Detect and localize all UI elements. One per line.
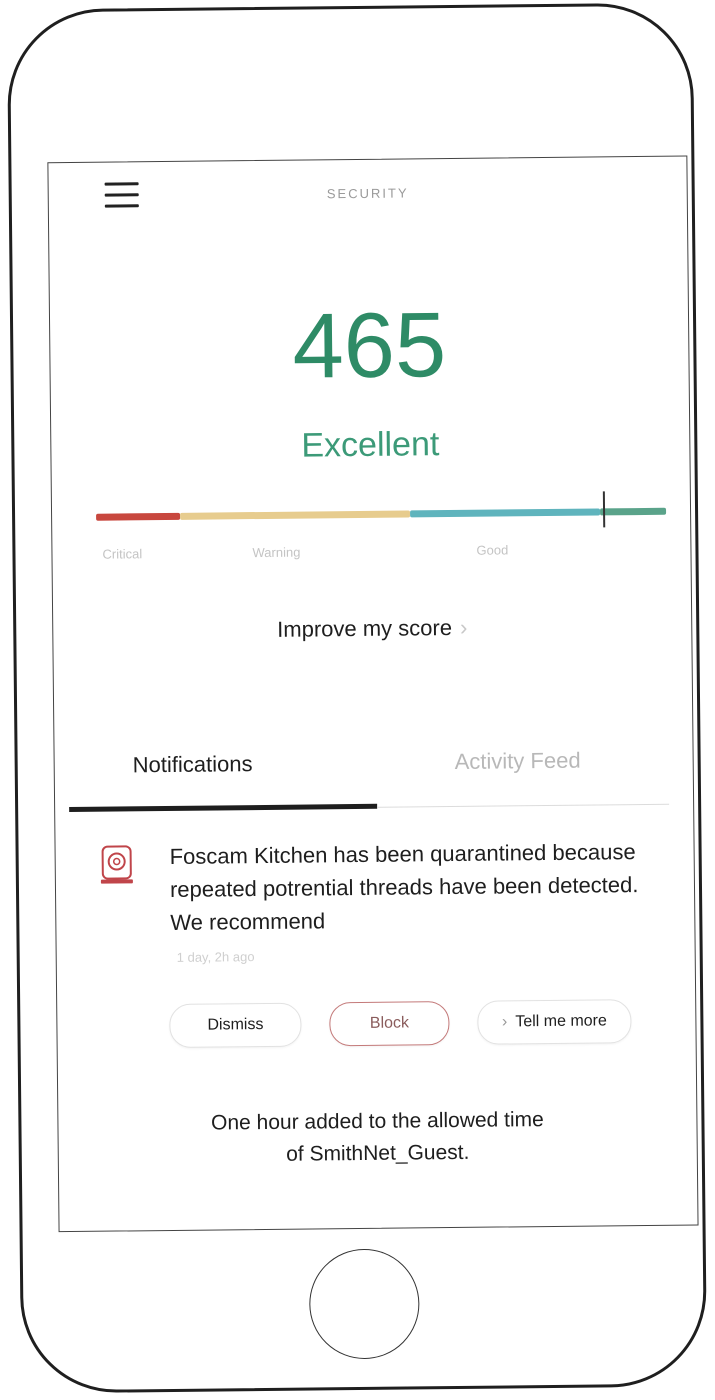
tell-me-more-button[interactable]: › Tell me more bbox=[477, 999, 632, 1045]
score-meter bbox=[96, 491, 667, 528]
active-tab-indicator bbox=[69, 803, 378, 813]
meter-labels: Critical Warning Good bbox=[96, 541, 666, 567]
meter-label-warning: Warning bbox=[252, 544, 301, 561]
screen-title: SECURITY bbox=[326, 185, 409, 202]
home-button[interactable] bbox=[308, 1248, 420, 1360]
notification-allowed-time: One hour added to the allowed time of Sm… bbox=[58, 1102, 697, 1173]
notification-line-2: of SmithNet_Guest. bbox=[286, 1140, 470, 1166]
dismiss-button[interactable]: Dismiss bbox=[169, 1002, 302, 1048]
score-rating: Excellent bbox=[301, 425, 440, 465]
app-screen: SECURITY 465 Excellent Critical Warning … bbox=[47, 155, 699, 1233]
score-marker bbox=[603, 491, 606, 528]
meter-segment-warning bbox=[180, 510, 411, 520]
meter-segment-critical bbox=[96, 512, 181, 521]
notification-timestamp: 1 day, 2h ago bbox=[176, 949, 255, 965]
meter-label-good: Good bbox=[476, 542, 509, 558]
tell-me-more-label: Tell me more bbox=[515, 1012, 607, 1031]
chevron-right-icon: › bbox=[501, 1013, 508, 1031]
meter-segment-excellent bbox=[600, 507, 667, 516]
chevron-right-icon: › bbox=[459, 614, 468, 640]
phone-frame: SECURITY 465 Excellent Critical Warning … bbox=[6, 2, 708, 1394]
meter-segment-good bbox=[410, 508, 601, 518]
meter-label-critical: Critical bbox=[102, 546, 143, 562]
tab-divider bbox=[377, 803, 670, 808]
tab-activity-feed[interactable]: Activity Feed bbox=[455, 748, 581, 775]
improve-score-link[interactable]: Improve my score › bbox=[53, 612, 691, 645]
notification-message: Foscam Kitchen has been quarantined beca… bbox=[169, 839, 639, 935]
block-button[interactable]: Block bbox=[329, 1001, 450, 1047]
improve-score-label: Improve my score bbox=[277, 615, 453, 642]
tab-notifications[interactable]: Notifications bbox=[133, 751, 253, 778]
camera-icon bbox=[100, 844, 134, 888]
security-score: 465 bbox=[292, 294, 447, 398]
